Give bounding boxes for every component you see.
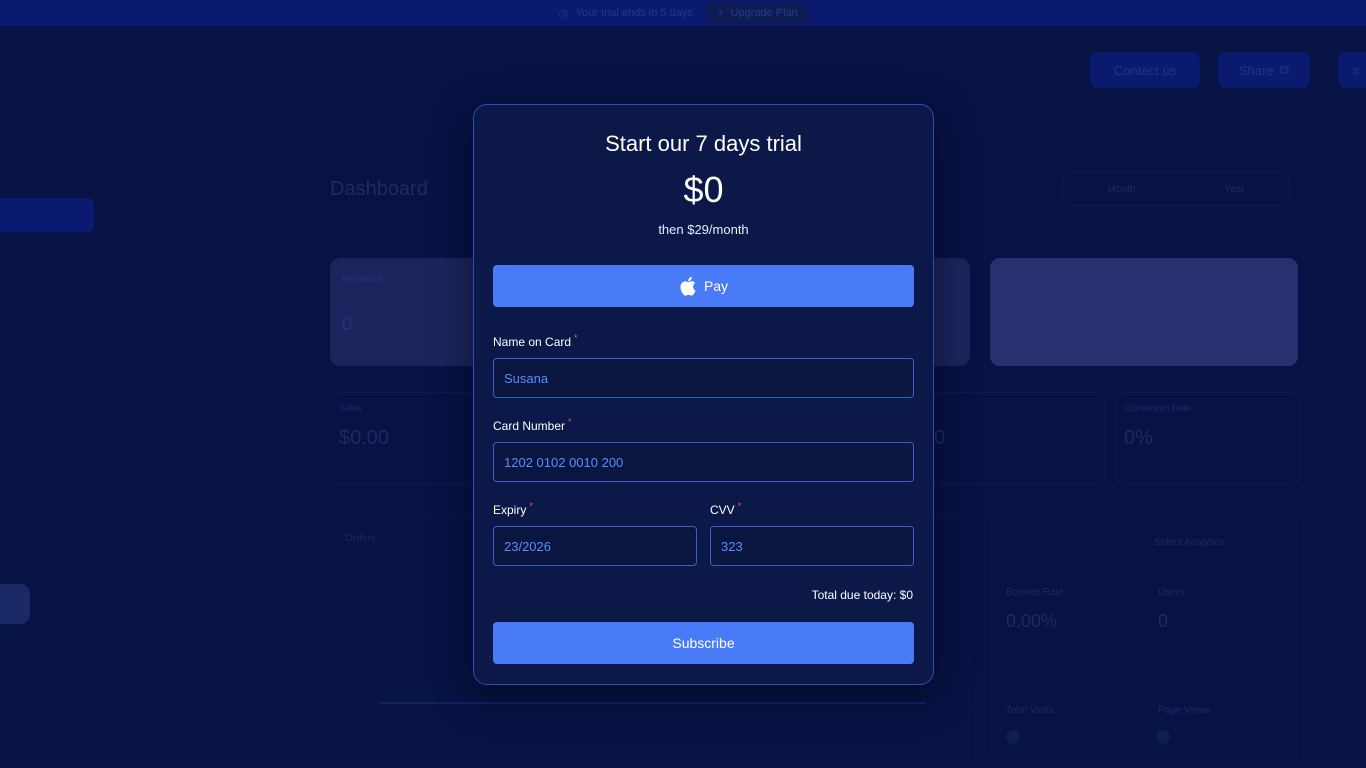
- trial-price: $0: [683, 169, 724, 210]
- apple-icon: [680, 276, 696, 296]
- sales-stat-value: $0.00: [339, 427, 390, 449]
- visits-indicator: [1006, 730, 1020, 744]
- name-on-card-input[interactable]: [493, 358, 914, 398]
- sales-stat-label: Sales: [339, 403, 362, 413]
- clock-icon: ◷: [558, 7, 568, 20]
- orders-chart-label: Orders: [345, 533, 376, 544]
- upgrade-plan-label: Upgrade Plan: [730, 7, 798, 19]
- revenue-card-label: Revenue: [342, 274, 383, 285]
- views-indicator: [1156, 730, 1170, 744]
- analytics-panel: Select Analytics Bounce Rate 0.00% Users…: [985, 514, 1298, 764]
- share-icon: ⧉: [1279, 62, 1289, 77]
- expiry-text: Expiry: [493, 503, 527, 517]
- upgrade-plan-button[interactable]: ⚡ Upgrade Plan: [706, 2, 808, 24]
- period-month[interactable]: Month: [1107, 184, 1135, 195]
- trial-subscribe-modal: Start our 7 days trial $0 then $29/month…: [473, 104, 934, 685]
- menu-button[interactable]: ≡: [1338, 52, 1366, 88]
- total-due-today: Total due today: $0: [811, 588, 913, 602]
- modal-title: Start our 7 days trial: [605, 131, 802, 156]
- apple-pay-button[interactable]: Pay: [493, 265, 914, 307]
- total-visits-label: Total Visits: [1006, 705, 1054, 716]
- chart-axis-line: [380, 702, 926, 704]
- expiry-input[interactable]: [493, 526, 697, 566]
- users-value: 0: [1158, 611, 1169, 631]
- bounce-rate-label: Bounce Rate: [1006, 587, 1064, 598]
- bounce-rate-value: 0.00%: [1006, 611, 1058, 631]
- orders-stat: 0: [925, 392, 1105, 484]
- contact-us-button[interactable]: Contact us: [1090, 52, 1200, 88]
- share-label: Share: [1239, 62, 1274, 78]
- required-marker: *: [529, 501, 533, 511]
- conversion-stat-value: 0%: [1124, 427, 1153, 449]
- name-on-card-label: Name on Card *: [493, 333, 578, 349]
- subscribe-button[interactable]: Subscribe: [493, 622, 914, 664]
- card-number-text: Card Number: [493, 419, 566, 433]
- contact-us-label: Contact us: [1113, 62, 1177, 78]
- users-label: Users: [1158, 587, 1185, 598]
- price-subtitle: then $29/month: [658, 222, 749, 237]
- sidebar-active-item[interactable]: [0, 198, 94, 232]
- net-profit-card-value: 0: [1002, 314, 1013, 334]
- expiry-label: Expiry *: [493, 501, 533, 517]
- analytics-dropdown[interactable]: Select Analytics: [1154, 537, 1224, 548]
- card-number-input[interactable]: [493, 442, 914, 482]
- trial-banner-text-wrap: ◷ Your trial ends in 5 days: [558, 7, 693, 20]
- cvv-label: CVV *: [710, 501, 742, 517]
- cvv-input[interactable]: [710, 526, 914, 566]
- net-profit-card-label: Net Profit: [1002, 274, 1044, 285]
- period-toggle[interactable]: Month Year: [1062, 172, 1290, 206]
- period-year[interactable]: Year: [1224, 184, 1244, 195]
- revenue-card-value: 0: [342, 314, 353, 334]
- card-number-label: Card Number *: [493, 417, 572, 433]
- sidebar-collapse-button[interactable]: [0, 584, 30, 624]
- cvv-text: CVV: [710, 503, 735, 517]
- required-marker: *: [568, 417, 572, 427]
- trial-banner-text: Your trial ends in 5 days: [575, 7, 693, 19]
- share-button[interactable]: Share ⧉: [1218, 52, 1310, 88]
- sales-stat: Sales $0.00: [330, 392, 480, 484]
- menu-icon: ≡: [1352, 62, 1360, 78]
- page-views-label: Page Views: [1158, 705, 1211, 716]
- required-marker: *: [737, 501, 742, 511]
- dashboard-title: Dashboard: [330, 178, 428, 200]
- trial-banner: ◷ Your trial ends in 5 days ⚡ Upgrade Pl…: [0, 0, 1366, 26]
- required-marker: *: [574, 333, 578, 343]
- bolt-icon: ⚡: [716, 7, 725, 20]
- conversion-stat: Conversion Rate 0%: [1115, 392, 1300, 484]
- conversion-stat-label: Conversion Rate: [1124, 403, 1192, 413]
- name-on-card-text: Name on Card: [493, 335, 572, 349]
- orders-stat-value: 0: [934, 427, 946, 449]
- apple-pay-label: Pay: [703, 278, 729, 294]
- net-profit-card: Net Profit 0: [990, 258, 1298, 366]
